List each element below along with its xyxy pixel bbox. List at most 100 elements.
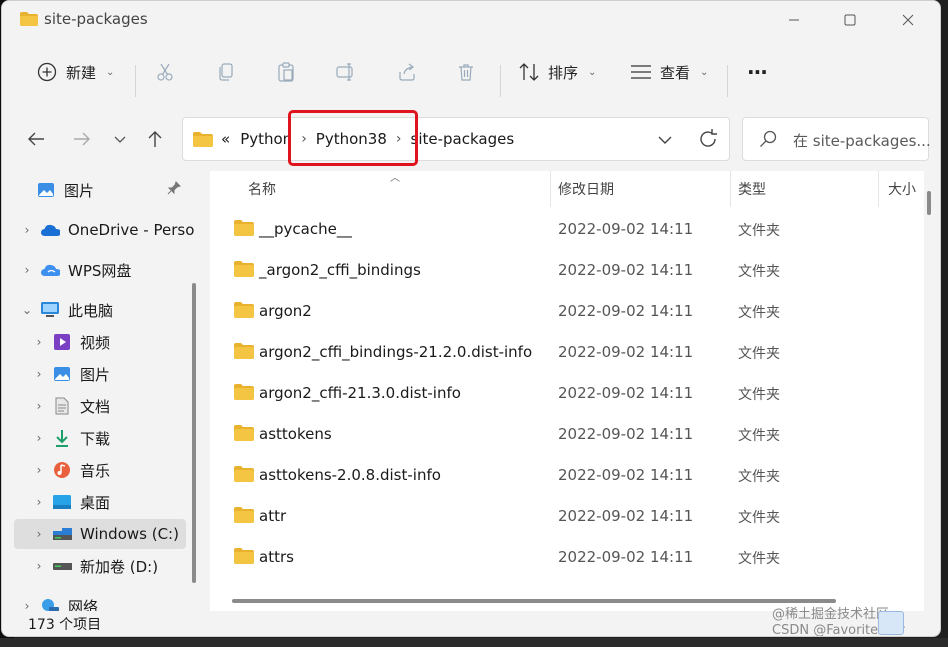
chevron-right-icon[interactable]: ›: [32, 463, 46, 477]
chevron-right-icon[interactable]: ›: [32, 527, 46, 541]
sidebar-item-label: WPS网盘: [68, 261, 132, 280]
sidebar-item-label: 桌面: [80, 493, 111, 512]
sidebar-item-documents[interactable]: › 文档: [32, 391, 110, 421]
rename-button[interactable]: [335, 51, 357, 93]
forward-button[interactable]: [68, 125, 96, 153]
table-row[interactable]: asttokens 2022-09-02 14:11 文件夹: [210, 414, 924, 455]
close-button[interactable]: [880, 1, 936, 39]
chevron-right-icon[interactable]: ›: [20, 599, 34, 611]
horizontal-scrollbar[interactable]: [232, 599, 836, 603]
sidebar-item-downloads[interactable]: › 下载: [32, 423, 110, 453]
file-list: 名称 ︿ 修改日期 类型 大小 __pycache__ 2022-09-02 14…: [210, 171, 924, 611]
column-header-name[interactable]: 名称: [248, 171, 276, 207]
chevron-right-icon[interactable]: ›: [32, 559, 46, 573]
sidebar-item-music[interactable]: › 音乐: [32, 455, 110, 485]
drive-d-icon: [52, 557, 72, 575]
close-icon: [902, 14, 914, 26]
sidebar-item-network[interactable]: › 网络: [20, 591, 98, 611]
sidebar-item-videos[interactable]: › 视频: [32, 327, 110, 357]
column-header-size[interactable]: 大小: [888, 171, 916, 207]
downloads-icon: [52, 429, 72, 447]
column-header-label: 大小: [888, 182, 916, 198]
chevron-right-icon[interactable]: ›: [20, 223, 34, 237]
table-row[interactable]: _argon2_cffi_bindings 2022-09-02 14:11 文件夹: [210, 250, 924, 291]
chevron-right-icon[interactable]: ›: [32, 431, 46, 445]
cut-button[interactable]: [154, 51, 176, 93]
address-bar[interactable]: « Python › Python38 › site-packages: [182, 117, 730, 161]
file-modified: 2022-09-02 14:11: [558, 384, 694, 402]
share-button[interactable]: [396, 51, 418, 93]
file-name: __pycache__: [259, 220, 352, 238]
table-row[interactable]: attrs 2022-09-02 14:11 文件夹: [210, 537, 924, 578]
column-header-label: 修改日期: [558, 182, 614, 198]
sidebar-item-pictures[interactable]: › 图片: [32, 359, 110, 389]
sidebar-item-label: 网络: [68, 597, 99, 612]
delete-button[interactable]: [455, 51, 477, 93]
table-row[interactable]: argon2_cffi_bindings-21.2.0.dist-info 202…: [210, 332, 924, 373]
breadcrumb-site-packages[interactable]: site-packages: [411, 130, 515, 148]
new-button[interactable]: 新建 ⌄: [36, 51, 114, 93]
chevron-right-icon[interactable]: ›: [32, 367, 46, 381]
sidebar-item-this-pc[interactable]: ⌄ 此电脑: [20, 295, 113, 325]
maximize-button[interactable]: [822, 1, 878, 39]
chevron-right-icon[interactable]: ›: [32, 335, 46, 349]
folder-icon: [234, 220, 254, 236]
table-row[interactable]: attr 2022-09-02 14:11 文件夹: [210, 496, 924, 537]
details-view-button[interactable]: [878, 611, 904, 635]
sidebar-item-desktop[interactable]: › 桌面: [32, 487, 110, 517]
file-name: asttokens-2.0.8.dist-info: [259, 466, 441, 484]
breadcrumb-python[interactable]: Python: [240, 130, 292, 148]
arrow-up-icon: [148, 131, 162, 147]
sort-ascending-icon: ︿: [390, 173, 400, 184]
paste-button[interactable]: [275, 51, 297, 93]
onedrive-icon: [40, 221, 60, 239]
chevron-down-icon[interactable]: ⌄: [20, 303, 34, 317]
sidebar-item-wps-cloud[interactable]: › WPS网盘: [20, 255, 132, 285]
file-modified: 2022-09-02 14:11: [558, 466, 694, 484]
breadcrumb-overflow[interactable]: «: [221, 130, 230, 148]
chevron-right-icon[interactable]: ›: [20, 263, 34, 277]
chevron-right-icon[interactable]: ›: [32, 399, 46, 413]
back-button[interactable]: [22, 125, 50, 153]
pin-icon[interactable]: [167, 181, 181, 195]
search-input[interactable]: 在 site-packages...: [742, 117, 931, 161]
sidebar-item-pictures-quick[interactable]: 图片: [36, 175, 94, 205]
column-header-type[interactable]: 类型: [738, 171, 766, 207]
column-header-modified[interactable]: 修改日期: [558, 171, 614, 207]
column-divider[interactable]: [730, 171, 731, 207]
table-row[interactable]: argon2 2022-09-02 14:11 文件夹: [210, 291, 924, 332]
sidebar-item-drive-c[interactable]: › Windows (C:): [14, 519, 186, 549]
more-options-button[interactable]: ···: [747, 51, 768, 93]
file-name: attrs: [259, 548, 294, 566]
folder-icon: [234, 302, 254, 318]
column-divider[interactable]: [550, 171, 551, 207]
table-row[interactable]: asttokens-2.0.8.dist-info 2022-09-02 14:1…: [210, 455, 924, 496]
window-title: site-packages: [44, 10, 148, 28]
view-button[interactable]: 查看 ⌄: [630, 51, 708, 93]
table-row[interactable]: argon2_cffi-21.3.0.dist-info 2022-09-02 1…: [210, 373, 924, 414]
column-divider[interactable]: [878, 171, 879, 207]
file-type: 文件夹: [738, 346, 780, 362]
toolbar-divider: [135, 65, 136, 97]
file-modified: 2022-09-02 14:11: [558, 343, 694, 361]
sidebar-item-onedrive[interactable]: › OneDrive - Perso: [20, 215, 195, 245]
up-button[interactable]: [141, 125, 169, 153]
refresh-icon[interactable]: [697, 128, 719, 150]
minimize-button[interactable]: [766, 1, 822, 39]
file-type: 文件夹: [738, 510, 780, 526]
table-row[interactable]: __pycache__ 2022-09-02 14:11 文件夹: [210, 209, 924, 250]
highlight-annotation: [288, 110, 418, 166]
vertical-scrollbar[interactable]: [927, 191, 931, 215]
file-modified: 2022-09-02 14:11: [558, 548, 694, 566]
recent-locations-button[interactable]: [106, 125, 134, 153]
chevron-down-icon[interactable]: [655, 130, 675, 150]
sidebar-scrollbar[interactable]: [192, 283, 196, 583]
chevron-right-icon[interactable]: ›: [32, 495, 46, 509]
toolbar-divider: [500, 65, 501, 97]
tiles-view-button[interactable]: [908, 611, 934, 635]
sort-button[interactable]: 排序 ⌄: [518, 51, 596, 93]
sidebar-item-label: 图片: [64, 181, 95, 200]
copy-button[interactable]: [215, 51, 237, 93]
sidebar-item-drive-d[interactable]: › 新加卷 (D:): [32, 551, 158, 581]
minimize-icon: [789, 19, 799, 21]
